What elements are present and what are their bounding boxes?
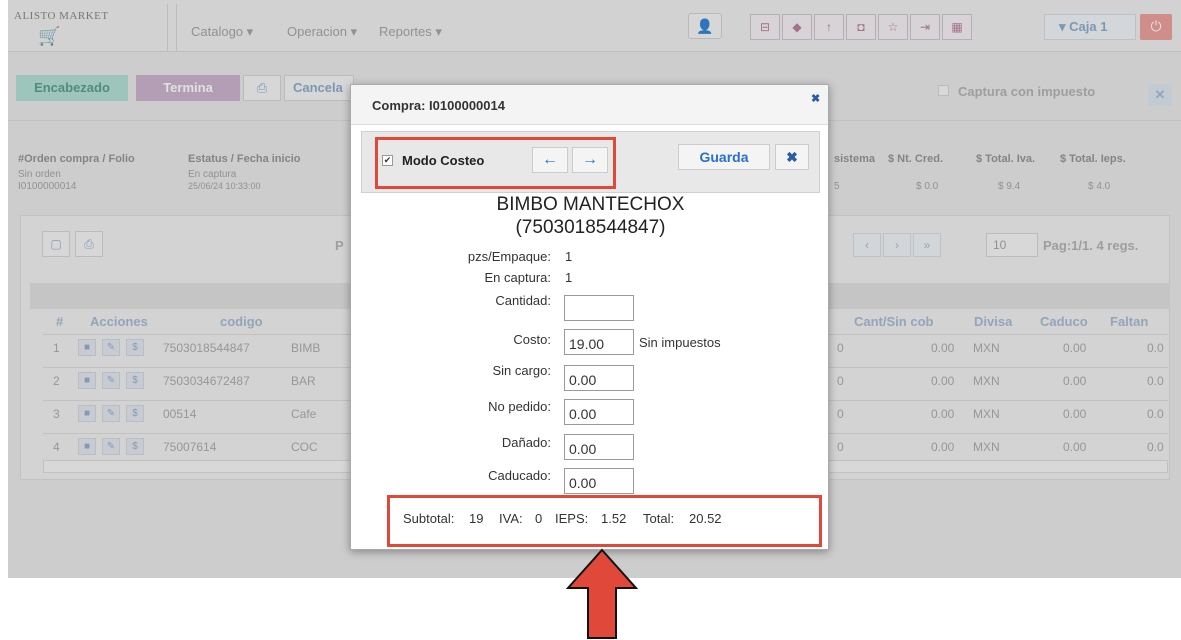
sin-cargo-input[interactable]: 0.00 [564,365,634,391]
cantidad-label: Cantidad: [495,293,551,308]
annotation-box-totals [387,495,822,547]
caducado-label: Caducado: [488,468,551,483]
annotation-box-toolbar [375,137,616,189]
no-pedido-label: No pedido: [488,399,551,414]
cantidad-input[interactable] [564,295,634,321]
annotation-arrow-icon [566,548,638,639]
danado-label: Dañado: [501,435,551,450]
pzs-label: pzs/Empaque: [467,249,551,264]
pzs-value: 1 [565,249,573,264]
caducado-input[interactable]: 0.00 [564,468,634,494]
costo-note: Sin impuestos [639,335,721,350]
close-icon[interactable]: ✖ [775,144,809,170]
costo-label: Costo: [513,332,551,347]
captura-value: 1 [565,270,573,285]
no-pedido-input[interactable]: 0.00 [564,399,634,425]
captura-label: En captura: [484,270,552,285]
danado-input[interactable]: 0.00 [564,434,634,460]
product-name: BIMBO MANTECHOX [496,194,685,215]
close-icon[interactable]: ✖ [811,92,820,105]
modal-title: Compra: I0100000014 [372,98,505,113]
product-code: (7503018544847) [515,217,666,238]
product-title: BIMBO MANTECHOX (7503018544847) [351,193,830,239]
sin-cargo-label: Sin cargo: [492,363,551,378]
costo-input[interactable]: 19.00 [564,329,634,355]
guarda-button[interactable]: Guarda [678,144,770,170]
modal-header: Compra: I0100000014 ✖ [351,85,828,125]
